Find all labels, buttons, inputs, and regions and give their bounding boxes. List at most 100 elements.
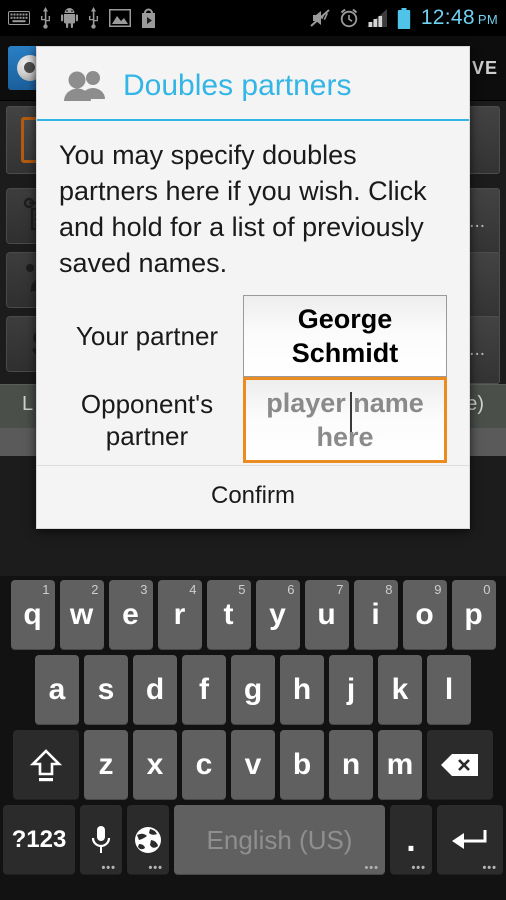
- android-screen: 12:48 PM VE a... a... L e) Doubles partn…: [0, 0, 506, 900]
- long-press-hint: •••: [101, 862, 116, 874]
- keyboard-row-1: 1q 2w 3e 4r 5t 6y 7u 8i 9o 0p: [0, 580, 506, 650]
- key-i[interactable]: 8i: [353, 580, 398, 650]
- key-hint: 2: [91, 582, 99, 597]
- space-label: English (US): [206, 824, 353, 855]
- key-q[interactable]: 1q: [10, 580, 55, 650]
- key-o[interactable]: 9o: [402, 580, 447, 650]
- key-j[interactable]: j: [329, 655, 373, 725]
- background-strip-left: L: [22, 393, 34, 415]
- period-key[interactable]: . •••: [390, 805, 432, 875]
- key-label: u: [317, 598, 336, 631]
- key-w[interactable]: 2w: [59, 580, 104, 650]
- key-f[interactable]: f: [182, 655, 226, 725]
- long-press-hint: •••: [364, 862, 379, 874]
- key-hint: 0: [483, 582, 491, 597]
- key-z[interactable]: z: [84, 730, 128, 800]
- signal-icon: [366, 9, 387, 27]
- backspace-icon: [441, 754, 478, 776]
- enter-icon: [452, 830, 487, 849]
- dialog-title-bar: Doubles partners: [37, 47, 469, 121]
- field-row-opponents-partner: Opponent's partner player name here: [59, 377, 447, 463]
- key-label: o: [415, 598, 434, 631]
- key-u[interactable]: 7u: [304, 580, 349, 650]
- dialog-body: You may specify doubles partners here if…: [37, 121, 469, 465]
- key-x[interactable]: x: [133, 730, 177, 800]
- key-hint: 6: [287, 582, 295, 597]
- long-press-hint: •••: [148, 862, 163, 874]
- key-y[interactable]: 6y: [255, 580, 300, 650]
- keyboard-icon: [8, 11, 30, 25]
- key-hint: 3: [140, 582, 148, 597]
- key-m[interactable]: m: [378, 730, 422, 800]
- clock-time: 12:48: [420, 6, 475, 29]
- android-icon: [61, 8, 78, 28]
- key-hint: 4: [189, 582, 197, 597]
- status-bar-right-icons: 12:48 PM: [309, 6, 498, 30]
- key-hint: 7: [336, 582, 344, 597]
- soft-keyboard: 1q 2w 3e 4r 5t 6y 7u 8i 9o 0p a s d f g …: [0, 576, 506, 900]
- key-label: t: [223, 598, 234, 631]
- status-bar: 12:48 PM: [0, 0, 506, 36]
- key-l[interactable]: l: [427, 655, 471, 725]
- key-g[interactable]: g: [231, 655, 275, 725]
- keyboard-row-2: a s d f g h j k l: [0, 655, 506, 725]
- dialog-message: You may specify doubles partners here if…: [59, 140, 427, 278]
- key-label: p: [464, 598, 483, 631]
- dialog-title: Doubles partners: [123, 69, 352, 102]
- text-cursor: [350, 392, 352, 432]
- usb-icon-2: [88, 7, 99, 29]
- key-label: q: [23, 598, 42, 631]
- key-h[interactable]: h: [280, 655, 324, 725]
- long-press-hint: •••: [482, 862, 497, 874]
- space-key[interactable]: English (US) •••: [174, 805, 385, 875]
- clock-ampm: PM: [477, 12, 498, 27]
- key-hint: 9: [434, 582, 442, 597]
- key-p[interactable]: 0p: [451, 580, 496, 650]
- battery-icon: [397, 7, 411, 29]
- key-d[interactable]: d: [133, 655, 177, 725]
- status-bar-clock: 12:48 PM: [421, 6, 498, 30]
- doubles-partners-dialog: Doubles partners You may specify doubles…: [36, 46, 470, 529]
- status-bar-left-icons: [8, 7, 157, 29]
- microphone-key[interactable]: •••: [80, 805, 122, 875]
- shift-key[interactable]: [13, 730, 79, 800]
- dialog-footer: Confirm: [37, 465, 469, 528]
- key-t[interactable]: 5t: [206, 580, 251, 650]
- image-icon: [109, 9, 131, 27]
- key-s[interactable]: s: [84, 655, 128, 725]
- your-partner-input[interactable]: George Schmidt: [243, 295, 447, 377]
- key-label: y: [269, 598, 286, 631]
- key-label: i: [371, 598, 380, 631]
- key-e[interactable]: 3e: [108, 580, 153, 650]
- your-partner-label: Your partner: [75, 321, 219, 351]
- opponents-partner-label: Opponent's partner: [80, 389, 214, 451]
- key-n[interactable]: n: [329, 730, 373, 800]
- save-action-button[interactable]: VE: [472, 58, 498, 79]
- key-label: r: [173, 598, 186, 631]
- keyboard-row-3: z x c v b n m: [0, 730, 506, 800]
- key-k[interactable]: k: [378, 655, 422, 725]
- usb-icon: [40, 7, 51, 29]
- language-key[interactable]: •••: [127, 805, 169, 875]
- play-store-icon: [142, 8, 155, 28]
- enter-key[interactable]: •••: [437, 805, 503, 875]
- key-hint: 8: [385, 582, 393, 597]
- globe-icon: [135, 827, 161, 853]
- key-label: e: [122, 598, 139, 631]
- mute-icon: [310, 9, 330, 27]
- confirm-button[interactable]: Confirm: [193, 480, 313, 512]
- people-icon: [63, 69, 107, 103]
- key-b[interactable]: b: [280, 730, 324, 800]
- keyboard-row-4: ?123 ••• ••• English (US) ••• . ••• •••: [0, 805, 506, 875]
- backspace-key[interactable]: [427, 730, 493, 800]
- key-hint: 5: [238, 582, 246, 597]
- opponents-partner-placeholder: player name here: [266, 388, 424, 452]
- key-r[interactable]: 4r: [157, 580, 202, 650]
- key-a[interactable]: a: [35, 655, 79, 725]
- key-c[interactable]: c: [182, 730, 226, 800]
- key-hint: 1: [42, 582, 50, 597]
- key-v[interactable]: v: [231, 730, 275, 800]
- shift-icon: [29, 749, 63, 782]
- opponents-partner-input[interactable]: player name here: [243, 377, 447, 463]
- symbols-key[interactable]: ?123: [3, 805, 75, 875]
